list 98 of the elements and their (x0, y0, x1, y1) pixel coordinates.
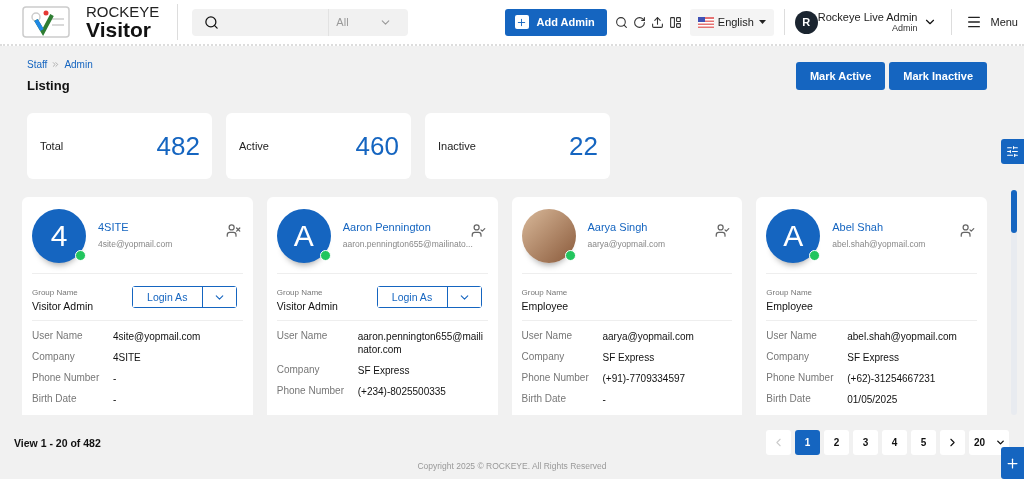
action-button[interactable]: Mark Inactive (889, 62, 987, 90)
field-label: Phone Number (32, 372, 101, 385)
user-check-icon[interactable] (715, 223, 731, 238)
field-label: Birth Date (766, 393, 812, 406)
field-label: User Name (276, 330, 329, 343)
menu-button[interactable]: Menu (966, 14, 1018, 30)
field-label: Company (32, 351, 76, 364)
user-avatar: R (794, 10, 818, 34)
chevrons-icon (51, 60, 61, 69)
upload-icon[interactable] (650, 15, 664, 29)
staff-name[interactable]: Aarya Singh (587, 221, 666, 233)
page-button[interactable]: 5 (911, 430, 936, 455)
avatar-initial: A (766, 209, 821, 263)
field-label: Company (521, 351, 566, 364)
action-button[interactable]: Mark Active (795, 62, 886, 90)
field-value: abel.shah@yopmail.com (847, 330, 958, 343)
menu-icon (966, 14, 983, 30)
stat-value: 22 (569, 130, 598, 162)
stat-label: Inactive (438, 140, 476, 152)
field-value: (+91)-7709334597 (602, 372, 687, 385)
plus-icon (514, 15, 529, 29)
login-as-button[interactable]: Login As (377, 287, 448, 307)
page-button[interactable]: 1 (795, 430, 820, 455)
field-value: - (602, 393, 607, 406)
page-button[interactable]: 2 (824, 430, 849, 455)
staff-email: aaron.pennington655@mailinato... (342, 239, 473, 249)
staff-email: 4site@yopmail.com (98, 239, 173, 249)
group-label: Group Name (276, 288, 324, 297)
filter-button[interactable] (1001, 139, 1024, 164)
page-size-select[interactable]: 20 (969, 430, 1009, 455)
breadcrumb-link[interactable]: Admin (64, 59, 93, 70)
brand-product: Visitor (86, 19, 152, 40)
stat-value: 460 (355, 130, 399, 162)
avatar-initial: 4 (32, 209, 86, 263)
group-value: Employee (766, 300, 813, 312)
layout-icon[interactable] (668, 15, 682, 29)
search-icon (204, 14, 220, 30)
field-label: Phone Number (521, 372, 590, 385)
language-select[interactable]: English (689, 8, 774, 36)
field-label: Birth Date (521, 393, 567, 406)
field-value: 4site@yopmail.com (113, 330, 202, 343)
staff-name[interactable]: Abel Shah (832, 221, 926, 233)
field-label: User Name (766, 330, 818, 343)
brand-name: ROCKEYE (86, 4, 160, 19)
field-label: Phone Number (766, 372, 835, 385)
staff-email: aarya@yopmail.com (587, 239, 666, 249)
next-button[interactable] (940, 430, 965, 455)
field-value: (+234)-8025500335 (357, 385, 447, 398)
user-check-icon[interactable] (470, 223, 486, 238)
flag-icon (697, 16, 714, 28)
group-label: Group Name (766, 288, 813, 297)
field-value: 4SITE (113, 351, 142, 364)
field-label: Company (276, 364, 321, 377)
chevron-icon (995, 437, 1006, 448)
plus-icon (1005, 455, 1020, 471)
field-value: SF Express (357, 364, 411, 377)
avatar-initial: A (276, 209, 331, 263)
refresh-icon[interactable] (632, 15, 646, 29)
field-value: aarya@yopmail.com (602, 330, 695, 343)
staff-email: abel.shah@yopmail.com (832, 239, 926, 249)
view-count: View 1 - 20 of 482 (14, 436, 101, 449)
group-value: Visitor Admin (32, 300, 94, 312)
field-label: Birth Date (32, 393, 78, 406)
user-name: Rockeye Live Admin (817, 10, 918, 24)
group-value: Employee (521, 300, 569, 312)
stat-label: Active (239, 140, 269, 152)
field-label: User Name (32, 330, 84, 343)
stat-value: 482 (156, 130, 200, 162)
page-button[interactable]: 4 (882, 430, 907, 455)
group-label: Group Name (521, 288, 569, 297)
breadcrumb-link[interactable]: Staff (27, 59, 48, 70)
logo-icon (22, 6, 70, 38)
group-value: Visitor Admin (276, 300, 338, 312)
sliders-icon (1006, 145, 1019, 158)
field-value: - (113, 393, 118, 406)
field-label: User Name (521, 330, 574, 343)
copyright-text: Copyright 2025 © ROCKEYE. All Rights Reserved (417, 461, 607, 471)
add-admin-button[interactable]: Add Admin (504, 8, 607, 36)
group-label: Group Name (32, 288, 79, 297)
scrollbar[interactable] (1011, 190, 1017, 415)
page-button[interactable]: 3 (853, 430, 878, 455)
field-label: Phone Number (276, 385, 345, 398)
field-label: Company (766, 351, 811, 364)
field-value: - (113, 372, 118, 385)
page-title: Listing (27, 78, 71, 93)
staff-name[interactable]: Aaron Pennington (342, 221, 473, 233)
caret-icon (758, 20, 766, 24)
field-value: (+62)-31254667231 (847, 372, 937, 385)
stat-label: Total (40, 140, 64, 152)
user-role: Admin (891, 23, 918, 34)
search-icon[interactable] (614, 15, 628, 29)
field-value: SF Express (602, 351, 656, 364)
user-check-icon[interactable] (960, 223, 975, 238)
field-value: 01/05/2025 (847, 393, 899, 406)
add-button[interactable] (1001, 447, 1024, 479)
field-value: SF Express (847, 351, 900, 364)
field-value: aaron.pennington655@mailinator.com (357, 330, 484, 356)
photo-placeholder (521, 209, 576, 263)
